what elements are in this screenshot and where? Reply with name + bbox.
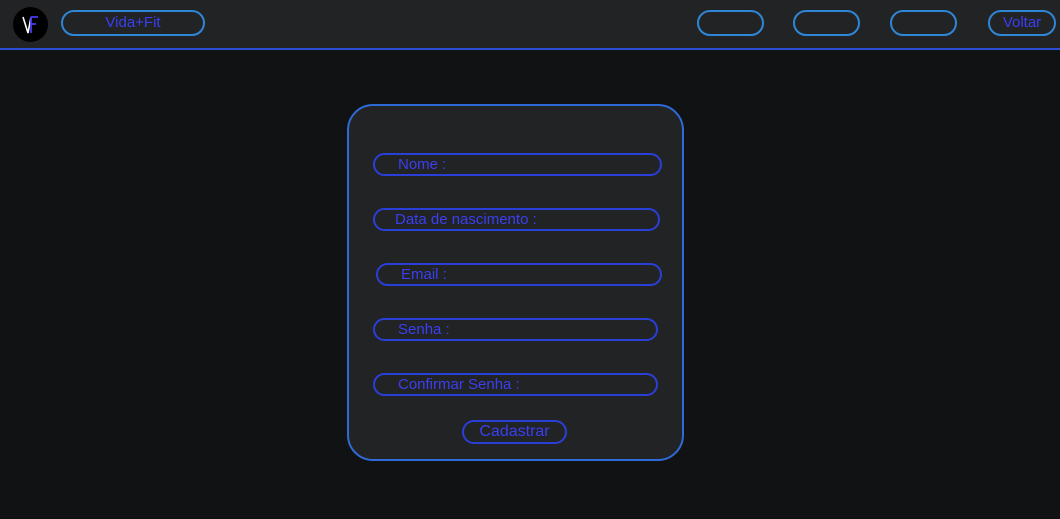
birthdate-field[interactable]: Data de nascimento : bbox=[373, 208, 660, 231]
name-field[interactable]: Nome : bbox=[373, 153, 662, 176]
password-field[interactable]: Senha : bbox=[373, 318, 658, 341]
confirm-password-field[interactable]: Confirmar Senha : bbox=[373, 373, 658, 396]
signup-form-card: Nome : Data de nascimento : Email : Senh… bbox=[347, 104, 684, 461]
nav-button-3[interactable] bbox=[890, 10, 957, 36]
email-field[interactable]: Email : bbox=[376, 263, 662, 286]
top-navbar: Vida+Fit Voltar bbox=[0, 0, 1060, 50]
nav-button-2[interactable] bbox=[793, 10, 860, 36]
logo[interactable] bbox=[13, 7, 48, 42]
vf-logo-icon bbox=[21, 15, 38, 33]
back-button[interactable]: Voltar bbox=[988, 10, 1056, 36]
register-button[interactable]: Cadastrar bbox=[462, 420, 567, 444]
brand-button[interactable]: Vida+Fit bbox=[61, 10, 205, 36]
nav-button-1[interactable] bbox=[697, 10, 764, 36]
